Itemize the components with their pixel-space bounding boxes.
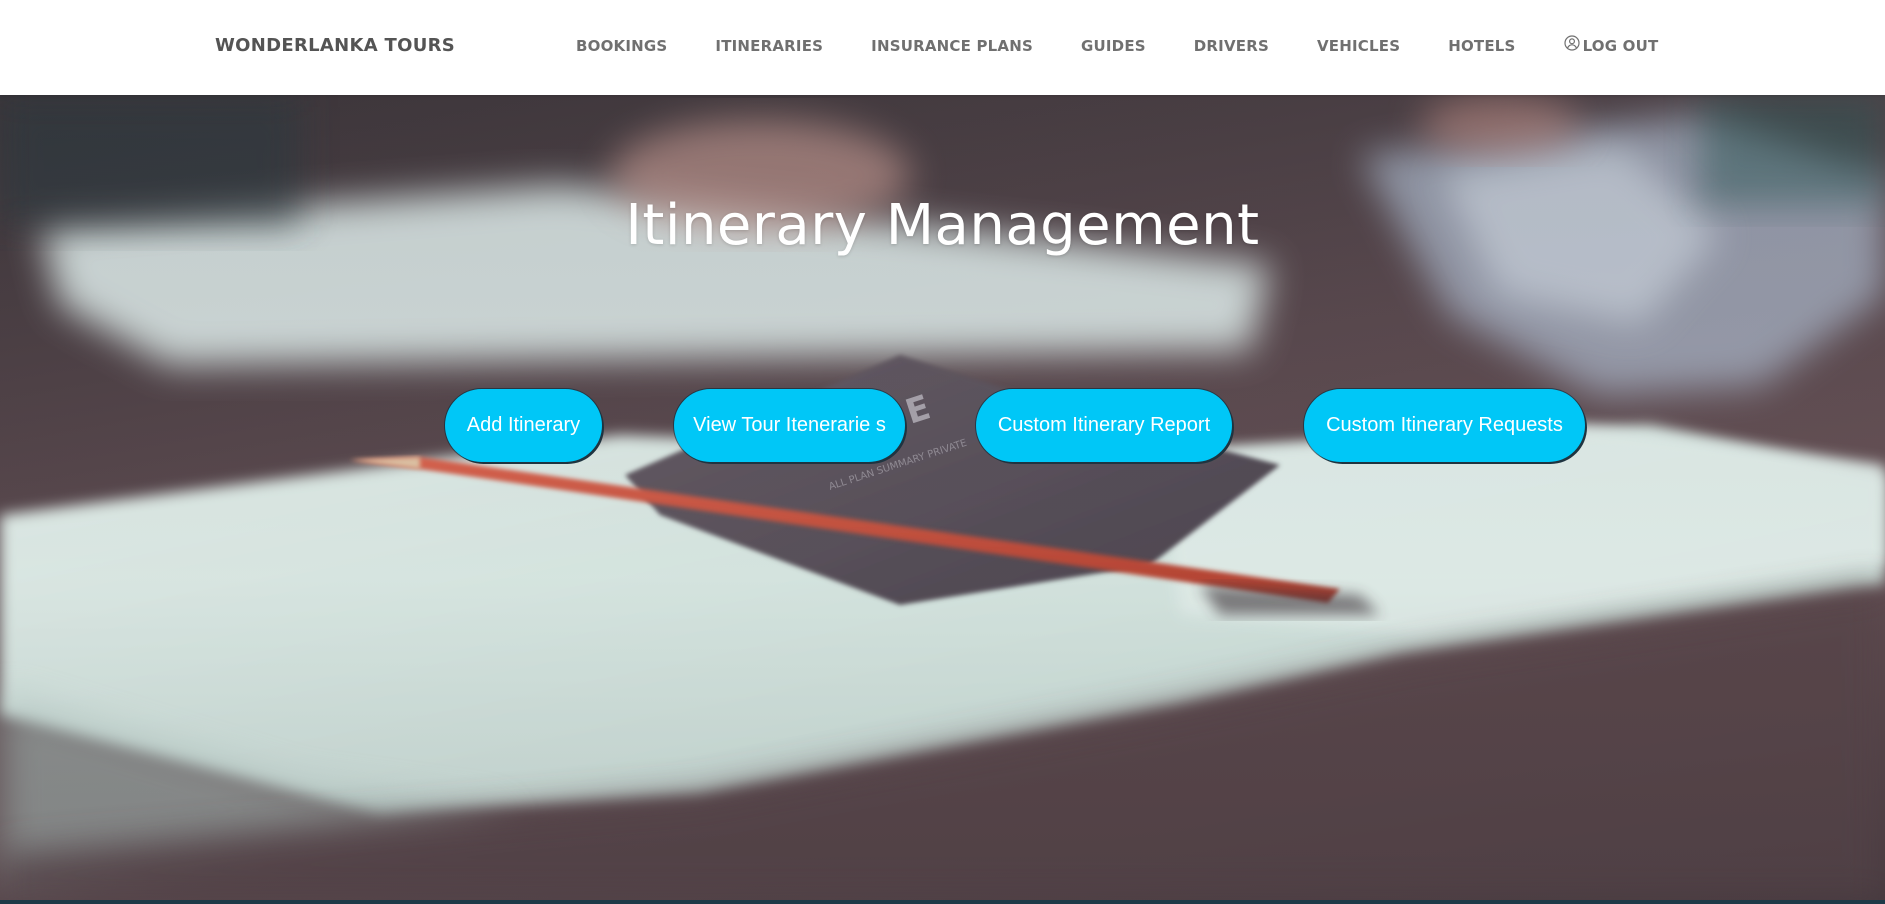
nav-drivers[interactable]: DRIVERS xyxy=(1194,37,1269,55)
page-title: Itinerary Management xyxy=(625,193,1260,258)
top-navbar: WONDERLANKA TOURS BOOKINGS ITINERARIES I… xyxy=(0,0,1885,95)
nav-vehicles[interactable]: VEHICLES xyxy=(1317,37,1400,55)
main-nav: BOOKINGS ITINERARIES INSURANCE PLANS GUI… xyxy=(576,35,1659,55)
brand-logo-link[interactable]: WONDERLANKA TOURS xyxy=(215,35,455,56)
logout-link[interactable]: LOG OUT xyxy=(1563,35,1659,55)
nav-hotels[interactable]: HOTELS xyxy=(1448,37,1515,55)
nav-bookings[interactable]: BOOKINGS xyxy=(576,37,667,55)
custom-itinerary-requests-button[interactable]: Custom Itinerary Requests xyxy=(1304,389,1585,462)
view-tour-itineraries-button[interactable]: View Tour Itenerarie s xyxy=(674,389,905,462)
logout-label: LOG OUT xyxy=(1582,37,1659,55)
add-itinerary-button[interactable]: Add Itinerary xyxy=(445,389,602,462)
nav-itineraries[interactable]: ITINERARIES xyxy=(715,37,823,55)
nav-guides[interactable]: GUIDES xyxy=(1081,37,1146,55)
custom-itinerary-report-button[interactable]: Custom Itinerary Report xyxy=(976,389,1232,462)
bottom-strip xyxy=(0,900,1885,904)
user-circle-icon xyxy=(1563,35,1580,51)
nav-insurance-plans[interactable]: INSURANCE PLANS xyxy=(871,37,1033,55)
